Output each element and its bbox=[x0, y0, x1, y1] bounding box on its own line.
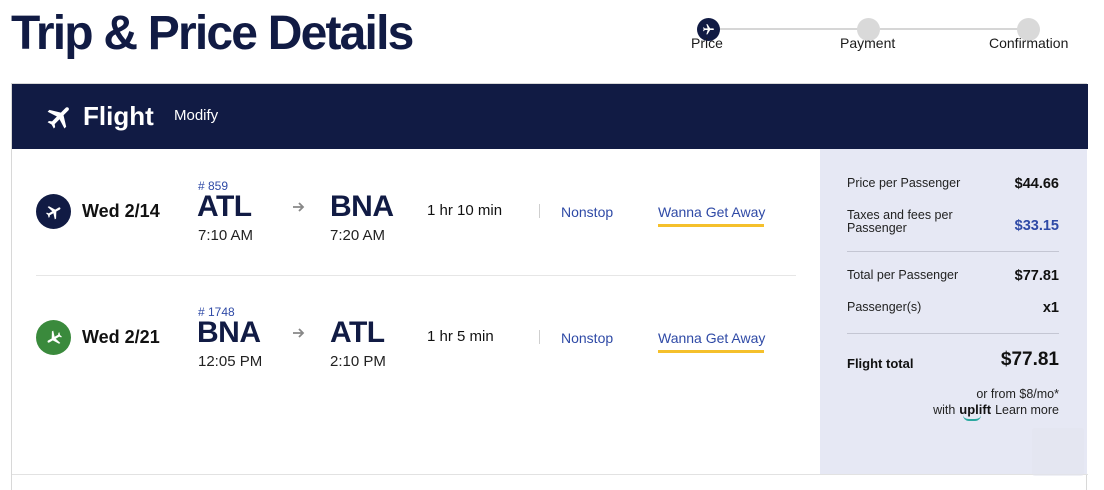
arrival-time: 2:10 PM bbox=[330, 353, 386, 370]
uplift-monthly-text: or from $8/mo* bbox=[976, 387, 1059, 401]
card-header: Flight Modify bbox=[12, 84, 1088, 149]
airplane-departure-icon bbox=[45, 205, 60, 219]
price-per-passenger-value: $44.66 bbox=[1014, 176, 1059, 192]
origin-airport-code: ATL bbox=[197, 190, 252, 223]
departure-time: 7:10 AM bbox=[198, 227, 254, 244]
flight-row-return: Wed 2/21 # 1748 BNA 12:05 PM ATL 2:10 PM… bbox=[12, 292, 820, 402]
fare-class-underline bbox=[658, 350, 764, 353]
step-price-label: Price bbox=[691, 35, 723, 51]
arrival-time: 7:20 AM bbox=[330, 227, 386, 244]
step-payment-label: Payment bbox=[840, 35, 896, 51]
return-badge bbox=[36, 320, 71, 355]
arrow-right-icon bbox=[293, 328, 305, 338]
departure-badge bbox=[36, 194, 71, 229]
uplift-with-text: with bbox=[933, 403, 956, 417]
row-divider bbox=[36, 275, 796, 276]
destination-airport-code: ATL bbox=[330, 316, 385, 349]
taxes-value[interactable]: $33.15 bbox=[1015, 218, 1059, 234]
card-header-title: Flight bbox=[83, 101, 154, 131]
arrow-right-icon bbox=[293, 202, 305, 212]
taxes-label-line2: Passenger bbox=[847, 221, 907, 235]
flight-row-outbound: Wed 2/14 # 859 ATL 7:10 AM BNA 7:20 AM 1… bbox=[12, 166, 820, 276]
separator bbox=[539, 330, 540, 344]
flight-date: Wed 2/21 bbox=[82, 327, 160, 347]
fare-class-underline bbox=[658, 224, 764, 227]
separator bbox=[539, 204, 540, 218]
departure-time: 12:05 PM bbox=[198, 353, 263, 370]
modify-link[interactable]: Modify bbox=[174, 107, 218, 125]
uplift-row: with uplift Learn more bbox=[933, 402, 1059, 421]
fare-class-link[interactable]: Wanna Get Away bbox=[658, 204, 765, 220]
flight-details-card: Flight Modify Wed 2/14 # 859 ATL 7:10 AM… bbox=[11, 83, 1088, 490]
flight-total-value: $77.81 bbox=[1000, 349, 1059, 370]
flight-duration: 1 hr 5 min bbox=[427, 328, 494, 345]
total-per-passenger-value: $77.81 bbox=[1014, 268, 1059, 284]
stops-link[interactable]: Nonstop bbox=[561, 330, 613, 346]
progress-stepper: Price Payment Confirmation bbox=[680, 8, 1080, 58]
price-summary-panel: Price per Passenger $44.66 Taxes and fee… bbox=[820, 149, 1087, 474]
uplift-logo: uplift bbox=[959, 402, 992, 421]
destination-airport-code: BNA bbox=[330, 190, 394, 223]
airplane-return-icon bbox=[47, 330, 62, 344]
flight-total-label: Flight total bbox=[847, 356, 914, 371]
summary-divider bbox=[847, 251, 1059, 252]
learn-more-link[interactable]: Learn more bbox=[995, 403, 1059, 417]
chat-help-button[interactable] bbox=[1032, 428, 1084, 476]
card-footer-divider bbox=[12, 474, 1088, 475]
summary-divider bbox=[847, 333, 1059, 334]
price-per-passenger-label: Price per Passenger bbox=[847, 176, 961, 190]
airplane-icon bbox=[47, 107, 69, 129]
page-title: Trip & Price Details bbox=[11, 7, 414, 60]
stops-link[interactable]: Nonstop bbox=[561, 204, 613, 220]
flight-date: Wed 2/14 bbox=[82, 201, 160, 221]
stepper-line bbox=[880, 28, 1018, 30]
stepper-line bbox=[720, 28, 858, 30]
step-confirmation-label: Confirmation bbox=[989, 35, 1069, 51]
flight-duration: 1 hr 10 min bbox=[427, 202, 503, 219]
origin-airport-code: BNA bbox=[197, 316, 261, 349]
passengers-value: x1 bbox=[1042, 300, 1059, 316]
fare-class-link[interactable]: Wanna Get Away bbox=[658, 330, 765, 346]
total-per-passenger-label: Total per Passenger bbox=[847, 268, 959, 282]
passengers-label: Passenger(s) bbox=[847, 300, 922, 314]
